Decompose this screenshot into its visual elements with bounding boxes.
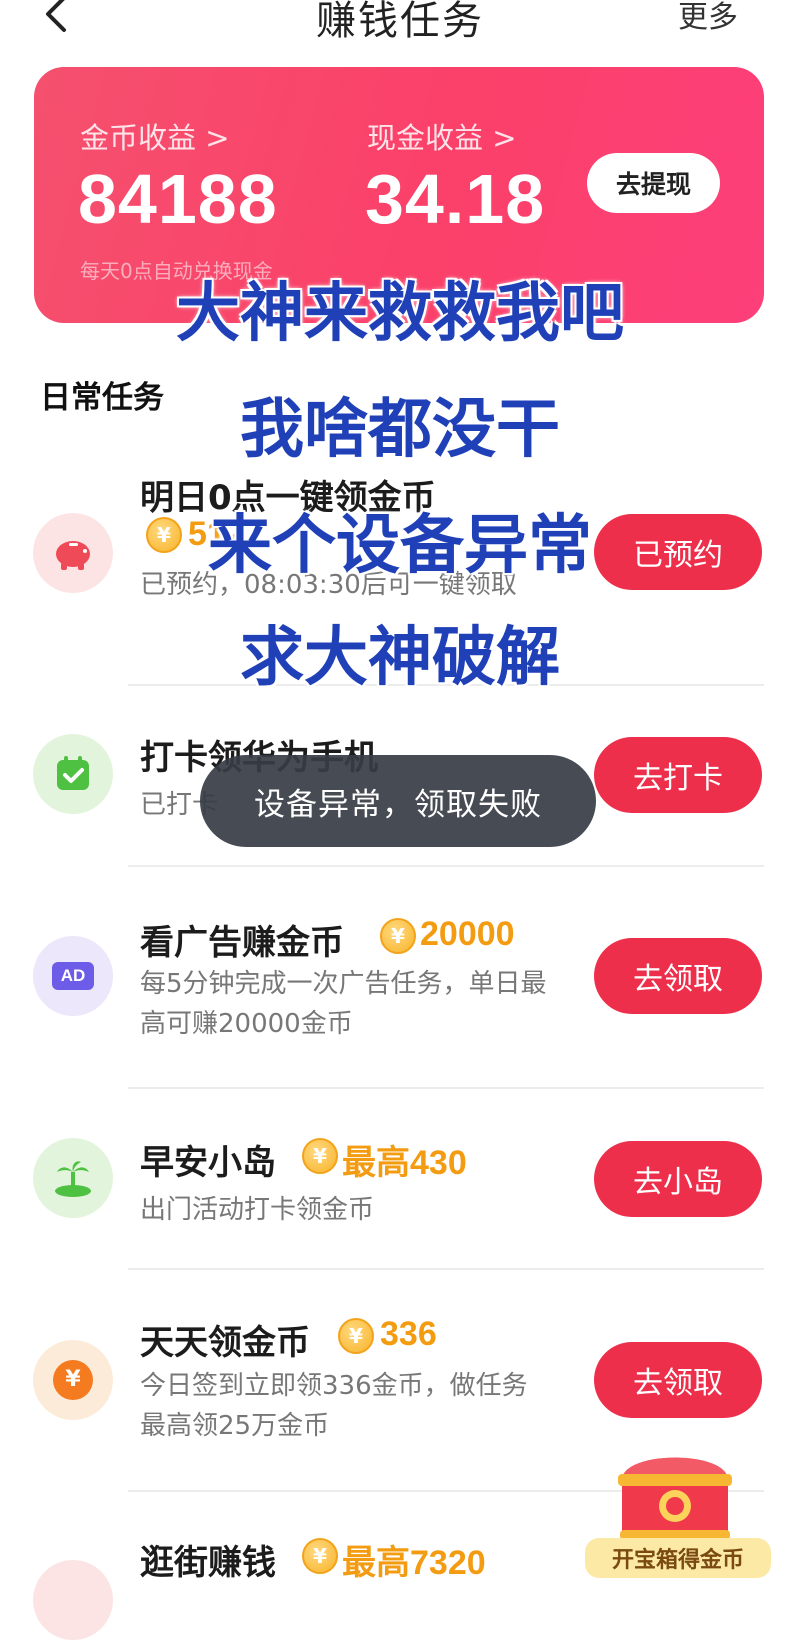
task-reward: 20000 [420,915,515,953]
task-name: 逛街赚钱 [140,1543,276,1583]
ad-icon: AD [33,936,113,1016]
calendar-check-icon [33,734,113,814]
shopping-icon [33,1560,113,1640]
chest-label[interactable]: 开宝箱得金币 [585,1538,771,1578]
yuan-coin-icon: ¥ [33,1340,113,1420]
overlay-caption-line: 来个设备异常 [208,508,592,583]
task-action-button[interactable]: 去小岛 [594,1141,762,1217]
top-bar: 赚钱任务 更多 [0,0,800,50]
overlay-caption-line: 我啥都没干 [240,392,560,467]
task-reward: 336 [380,1315,437,1353]
coin-icon: ¥ [380,918,416,954]
divider [128,1268,764,1270]
more-button[interactable]: 更多 [678,0,738,36]
coin-earnings-value: 84188 [78,160,278,238]
divider [128,1087,764,1089]
cash-earnings-value: 34.18 [365,160,546,238]
error-toast: 设备异常，领取失败 [200,755,596,847]
task-name: 早安小岛 [140,1143,276,1183]
task-action-button[interactable]: 去领取 [594,938,762,1014]
treasure-chest-icon[interactable] [612,1440,738,1548]
task-action-button[interactable]: 去领取 [594,1342,762,1418]
coin-icon: ¥ [338,1318,374,1354]
task-name: 天天领金币 [140,1323,310,1363]
task-name: 看广告赚金币 [140,923,344,963]
overlay-caption-line: 大神来救救我吧 [176,276,624,351]
task-description: 出门活动打卡领金币 [140,1195,375,1225]
divider [128,865,764,867]
coin-icon: ¥ [302,1538,338,1574]
withdraw-button[interactable]: 去提现 [587,153,720,213]
cash-earnings-link[interactable]: 现金收益 > [367,115,517,157]
task-description: 今日签到立即领336金币，做任务最高领25万金币 [140,1371,528,1441]
coin-icon: ¥ [302,1138,338,1174]
task-reward: 最高430 [342,1144,467,1182]
task-reward: 最高7320 [342,1544,486,1582]
task-description: 每5分钟完成一次广告任务，单日最高可赚20000金币 [140,969,547,1039]
island-icon [33,1138,113,1218]
overlay-caption-line: 求大神破解 [240,620,560,695]
task-action-button[interactable]: 去打卡 [594,737,762,813]
coin-earnings-link[interactable]: 金币收益 > [80,115,230,157]
